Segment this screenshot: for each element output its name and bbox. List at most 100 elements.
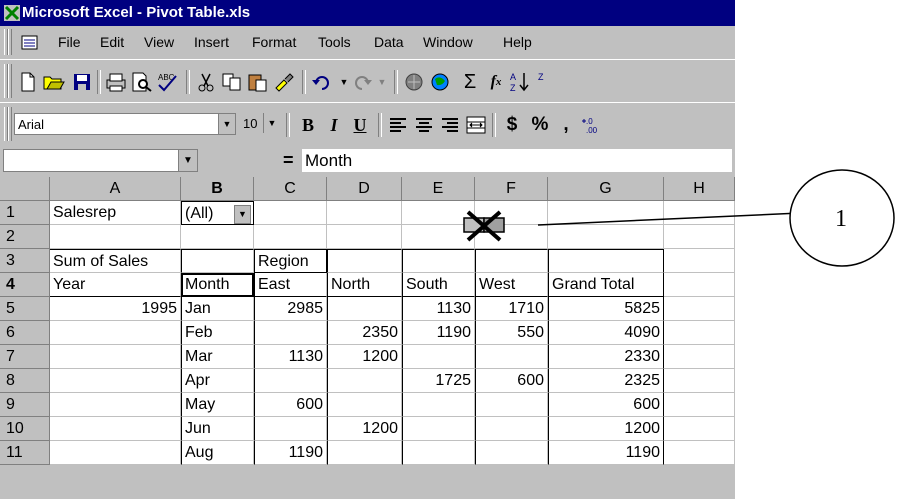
print-icon[interactable]: [104, 70, 128, 94]
cell-e9[interactable]: [402, 393, 475, 417]
title-bar[interactable]: Microsoft Excel - Pivot Table.xls: [0, 0, 735, 26]
percent-button[interactable]: %: [528, 113, 552, 137]
cell-a11[interactable]: [50, 441, 181, 465]
cell-f9[interactable]: [475, 393, 548, 417]
cell-c4[interactable]: East: [254, 273, 327, 297]
cell-d5[interactable]: [327, 297, 402, 321]
cell-g8[interactable]: 2325: [548, 369, 664, 393]
cell-c3[interactable]: Region: [254, 249, 327, 273]
cell-e8[interactable]: 1725: [402, 369, 475, 393]
cell-c2[interactable]: [254, 225, 327, 249]
cell-b3[interactable]: [181, 249, 254, 273]
menu-insert[interactable]: Insert: [194, 34, 229, 50]
font-size-select[interactable]: 10 ▼: [240, 113, 280, 135]
cell-a7[interactable]: [50, 345, 181, 369]
copy-icon[interactable]: [220, 70, 244, 94]
cell-a2[interactable]: [50, 225, 181, 249]
column-header-e[interactable]: E: [402, 177, 475, 201]
cell-g1[interactable]: [548, 201, 664, 225]
column-header-b[interactable]: B: [181, 177, 254, 201]
cell-f8[interactable]: 600: [475, 369, 548, 393]
font-name-select[interactable]: Arial ▼: [14, 113, 236, 135]
cell-a6[interactable]: [50, 321, 181, 345]
cell-a4[interactable]: Year: [50, 273, 181, 297]
cell-h9[interactable]: [664, 393, 735, 417]
cell-g10[interactable]: 1200: [548, 417, 664, 441]
cell-e5[interactable]: 1130: [402, 297, 475, 321]
row-header-10[interactable]: 10: [0, 417, 50, 441]
select-all-corner[interactable]: [0, 177, 50, 201]
align-center-icon[interactable]: [412, 113, 436, 137]
cell-d1[interactable]: [327, 201, 402, 225]
cell-b5[interactable]: Jan: [181, 297, 254, 321]
cell-g7[interactable]: 2330: [548, 345, 664, 369]
cell-f2[interactable]: [475, 225, 548, 249]
row-header-4[interactable]: 4: [0, 273, 50, 297]
cell-b1[interactable]: (All) ▼: [181, 201, 254, 225]
cell-e7[interactable]: [402, 345, 475, 369]
row-header-5[interactable]: 5: [0, 297, 50, 321]
page-field-dropdown-icon[interactable]: ▼: [234, 205, 251, 224]
cell-h4[interactable]: [664, 273, 735, 297]
row-header-11[interactable]: 11: [0, 441, 50, 465]
new-icon[interactable]: [16, 70, 40, 94]
cell-b7[interactable]: Mar: [181, 345, 254, 369]
menu-data[interactable]: Data: [374, 34, 404, 50]
menu-format[interactable]: Format: [252, 34, 296, 50]
increase-decimal-icon[interactable]: .0.00: [580, 113, 604, 137]
cell-f4[interactable]: West: [475, 273, 548, 297]
cell-c10[interactable]: [254, 417, 327, 441]
cell-f7[interactable]: [475, 345, 548, 369]
redo-dropdown-icon[interactable]: ▼: [370, 70, 394, 94]
save-icon[interactable]: [70, 70, 94, 94]
function-icon[interactable]: fx: [484, 70, 508, 94]
cell-h1[interactable]: [664, 201, 735, 225]
cell-e2[interactable]: [402, 225, 475, 249]
cell-d3[interactable]: [327, 249, 402, 273]
column-header-c[interactable]: C: [254, 177, 327, 201]
cell-e6[interactable]: 1190: [402, 321, 475, 345]
cell-c8[interactable]: [254, 369, 327, 393]
cell-b11[interactable]: Aug: [181, 441, 254, 465]
cell-h11[interactable]: [664, 441, 735, 465]
cell-a9[interactable]: [50, 393, 181, 417]
cell-c9[interactable]: 600: [254, 393, 327, 417]
insert-hyperlink-icon[interactable]: [402, 70, 426, 94]
row-header-9[interactable]: 9: [0, 393, 50, 417]
underline-button[interactable]: U: [348, 113, 372, 137]
chevron-down-icon[interactable]: ▼: [218, 114, 235, 134]
row-header-3[interactable]: 3: [0, 249, 50, 273]
cell-h5[interactable]: [664, 297, 735, 321]
menu-grip[interactable]: [8, 29, 12, 55]
align-left-icon[interactable]: [386, 113, 410, 137]
cell-f10[interactable]: [475, 417, 548, 441]
cell-f1[interactable]: [475, 201, 548, 225]
cell-a8[interactable]: [50, 369, 181, 393]
cell-h2[interactable]: [664, 225, 735, 249]
cell-h7[interactable]: [664, 345, 735, 369]
cell-e1[interactable]: [402, 201, 475, 225]
spelling-icon[interactable]: ABC: [156, 70, 180, 94]
merge-center-icon[interactable]: [464, 113, 488, 137]
cell-d4[interactable]: North: [327, 273, 402, 297]
chevron-down-icon[interactable]: ▼: [178, 150, 197, 171]
cell-d8[interactable]: [327, 369, 402, 393]
bold-button[interactable]: B: [296, 113, 320, 137]
currency-button[interactable]: $: [500, 113, 524, 137]
cell-a5[interactable]: 1995: [50, 297, 181, 321]
row-header-6[interactable]: 6: [0, 321, 50, 345]
menu-edit[interactable]: Edit: [100, 34, 124, 50]
name-box[interactable]: ▼: [3, 149, 198, 172]
italic-button[interactable]: I: [322, 113, 346, 137]
workbook-icon[interactable]: [20, 34, 40, 52]
row-header-1[interactable]: 1: [0, 201, 50, 225]
cell-e3[interactable]: [402, 249, 475, 273]
column-header-h[interactable]: H: [664, 177, 735, 201]
print-preview-icon[interactable]: [130, 70, 154, 94]
cell-g5[interactable]: 5825: [548, 297, 664, 321]
column-header-g[interactable]: G: [548, 177, 664, 201]
undo-icon[interactable]: [310, 70, 334, 94]
cell-b9[interactable]: May: [181, 393, 254, 417]
cell-c11[interactable]: 1190: [254, 441, 327, 465]
sort-descending-icon[interactable]: Z: [530, 70, 554, 94]
